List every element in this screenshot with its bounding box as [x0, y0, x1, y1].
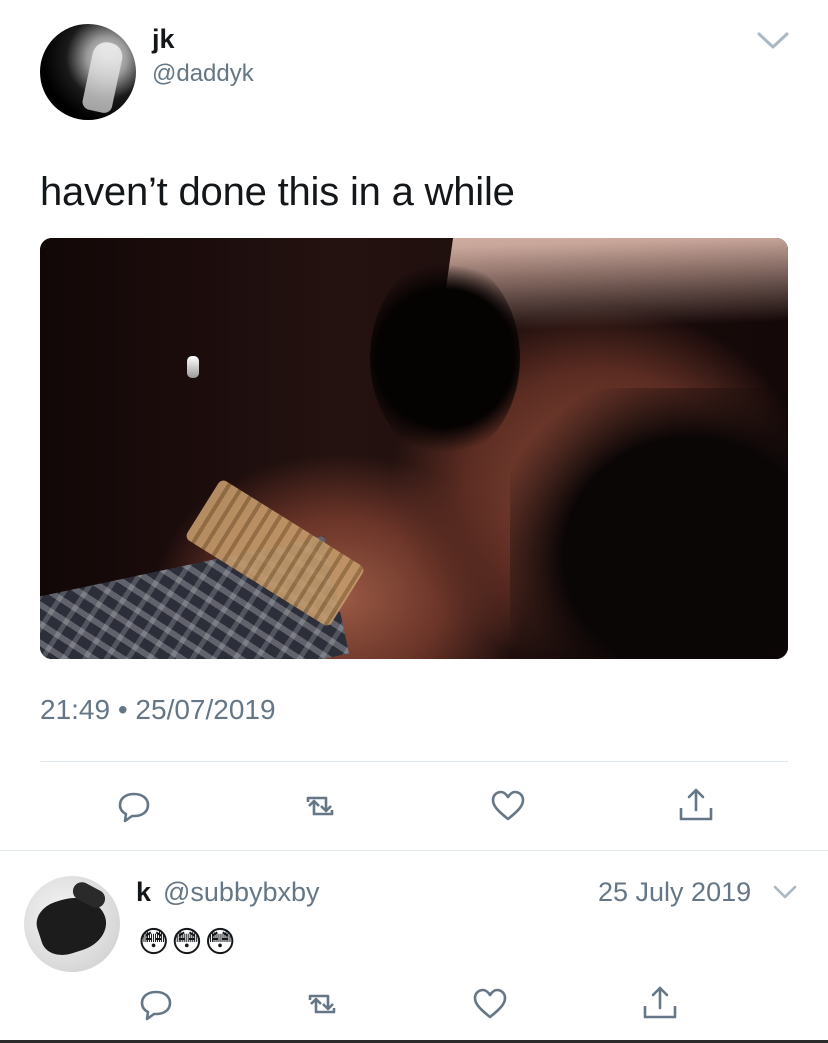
reply-icon[interactable] [136, 984, 176, 1024]
reply-text: 😳😳😳 [138, 926, 238, 959]
author-display-name[interactable]: jk [152, 24, 175, 55]
heart-icon[interactable] [470, 984, 510, 1024]
author-avatar[interactable] [40, 24, 136, 120]
retweet-icon[interactable] [300, 786, 340, 826]
reply-date[interactable]: 25 July 2019 [598, 877, 751, 908]
share-icon[interactable] [640, 982, 680, 1022]
retweet-icon[interactable] [302, 984, 342, 1024]
divider [0, 850, 828, 851]
reply-author-display-name[interactable]: k [136, 877, 151, 908]
share-icon[interactable] [676, 784, 716, 824]
chevron-down-icon[interactable] [772, 882, 798, 902]
tweet-timestamp[interactable]: 21:49 • 25/07/2019 [40, 694, 276, 726]
tweet-text: haven’t done this in a while [40, 170, 515, 214]
reply-icon[interactable] [114, 786, 154, 826]
tweet-media-photo[interactable] [40, 238, 788, 659]
divider [40, 761, 788, 762]
reply-author-avatar[interactable] [24, 876, 120, 972]
avatar-photo [81, 39, 125, 115]
reply-author-handle[interactable]: @subbybxby [163, 877, 320, 908]
heart-icon[interactable] [488, 786, 528, 826]
author-handle[interactable]: @daddyk [152, 60, 254, 88]
chevron-down-icon[interactable] [756, 28, 790, 52]
